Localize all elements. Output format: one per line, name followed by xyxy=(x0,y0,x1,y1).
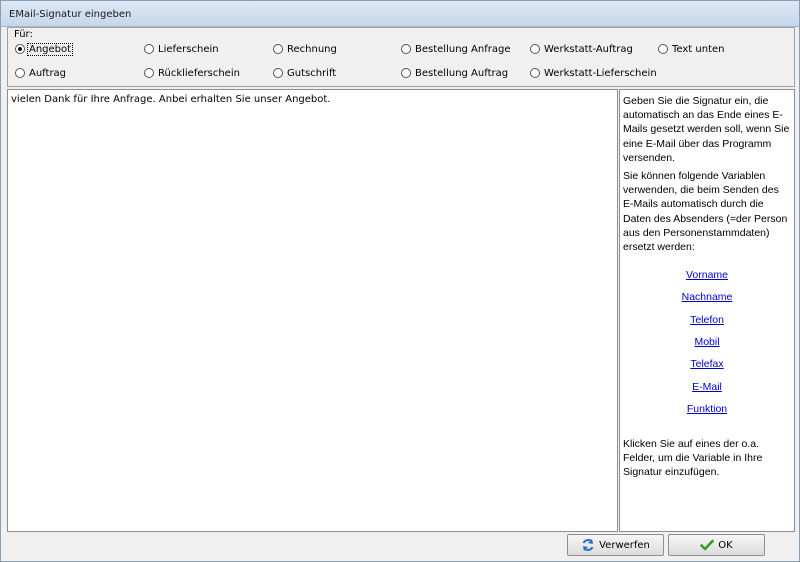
help-panel: Geben Sie die Signatur ein, die automati… xyxy=(619,89,795,532)
radio-label: Angebot xyxy=(26,42,74,56)
signature-editor[interactable]: vielen Dank für Ihre Anfrage. Anbei erha… xyxy=(7,89,618,532)
radio-bestellung-auftrag[interactable]: Bestellung Auftrag xyxy=(401,65,509,81)
radio-werkstatt-lieferschein[interactable]: Werkstatt-Lieferschein xyxy=(530,65,658,81)
radio-ruecklieferschein[interactable]: Rücklieferschein xyxy=(144,65,241,81)
recipient-group-label: Für: xyxy=(14,29,33,40)
radio-label: Rechnung xyxy=(287,43,337,55)
radio-label: Text unten xyxy=(672,43,725,55)
radio-label: Werkstatt-Lieferschein xyxy=(544,67,657,79)
refresh-icon xyxy=(582,539,594,551)
discard-button[interactable]: Verwerfen xyxy=(567,534,664,556)
radio-label: Rücklieferschein xyxy=(158,67,240,79)
variable-link-telefax[interactable]: Telefax xyxy=(620,358,794,370)
radio-lieferschein[interactable]: Lieferschein xyxy=(144,41,220,57)
signature-text: vielen Dank für Ihre Anfrage. Anbei erha… xyxy=(11,94,331,105)
ok-button-label: OK xyxy=(718,539,733,551)
recipient-radio-group: Für: Angebot Lieferschein Rechnung Beste… xyxy=(7,27,795,87)
radio-button-icon xyxy=(273,44,283,54)
checkmark-icon xyxy=(700,539,715,551)
radio-label: Gutschrift xyxy=(287,67,337,79)
radio-button-icon xyxy=(658,44,668,54)
radio-button-icon xyxy=(144,68,154,78)
radio-label: Auftrag xyxy=(29,67,67,79)
radio-label: Bestellung Anfrage xyxy=(415,43,511,55)
radio-label: Werkstatt-Auftrag xyxy=(544,43,633,55)
radio-label: Lieferschein xyxy=(158,43,219,55)
help-outro-text: Klicken Sie auf eines der o.a. Felder, u… xyxy=(623,438,763,479)
radio-button-icon xyxy=(530,68,540,78)
radio-angebot[interactable]: Angebot xyxy=(15,41,74,57)
radio-button-checked-icon xyxy=(15,44,25,54)
help-intro-text: Geben Sie die Signatur ein, die automati… xyxy=(623,95,790,164)
radio-button-icon xyxy=(15,68,25,78)
radio-text-unten[interactable]: Text unten xyxy=(658,41,726,57)
radio-button-icon xyxy=(144,44,154,54)
radio-button-icon xyxy=(273,68,283,78)
variable-link-funktion[interactable]: Funktion xyxy=(620,403,794,415)
variable-link-vorname[interactable]: Vorname xyxy=(620,269,794,281)
variable-link-mobil[interactable]: Mobil xyxy=(620,336,794,348)
radio-button-icon xyxy=(401,68,411,78)
variable-link-email[interactable]: E-Mail xyxy=(620,381,794,393)
window-title: EMail-Signatur eingeben xyxy=(9,9,132,20)
radio-bestellung-anfrage[interactable]: Bestellung Anfrage xyxy=(401,41,512,57)
radio-label: Bestellung Auftrag xyxy=(415,67,509,79)
dialog-window: EMail-Signatur eingeben Für: Angebot Lie… xyxy=(0,0,800,562)
ok-button[interactable]: OK xyxy=(668,534,765,556)
help-variables-text: Sie können folgende Variablen verwenden,… xyxy=(623,170,788,254)
radio-auftrag[interactable]: Auftrag xyxy=(15,65,67,81)
variable-link-telefon[interactable]: Telefon xyxy=(620,314,794,326)
radio-button-icon xyxy=(401,44,411,54)
variable-link-nachname[interactable]: Nachname xyxy=(620,291,794,303)
title-bar[interactable]: EMail-Signatur eingeben xyxy=(1,1,799,27)
radio-rechnung[interactable]: Rechnung xyxy=(273,41,338,57)
radio-button-icon xyxy=(530,44,540,54)
radio-gutschrift[interactable]: Gutschrift xyxy=(273,65,337,81)
discard-button-label: Verwerfen xyxy=(599,539,650,551)
radio-werkstatt-auftrag[interactable]: Werkstatt-Auftrag xyxy=(530,41,634,57)
